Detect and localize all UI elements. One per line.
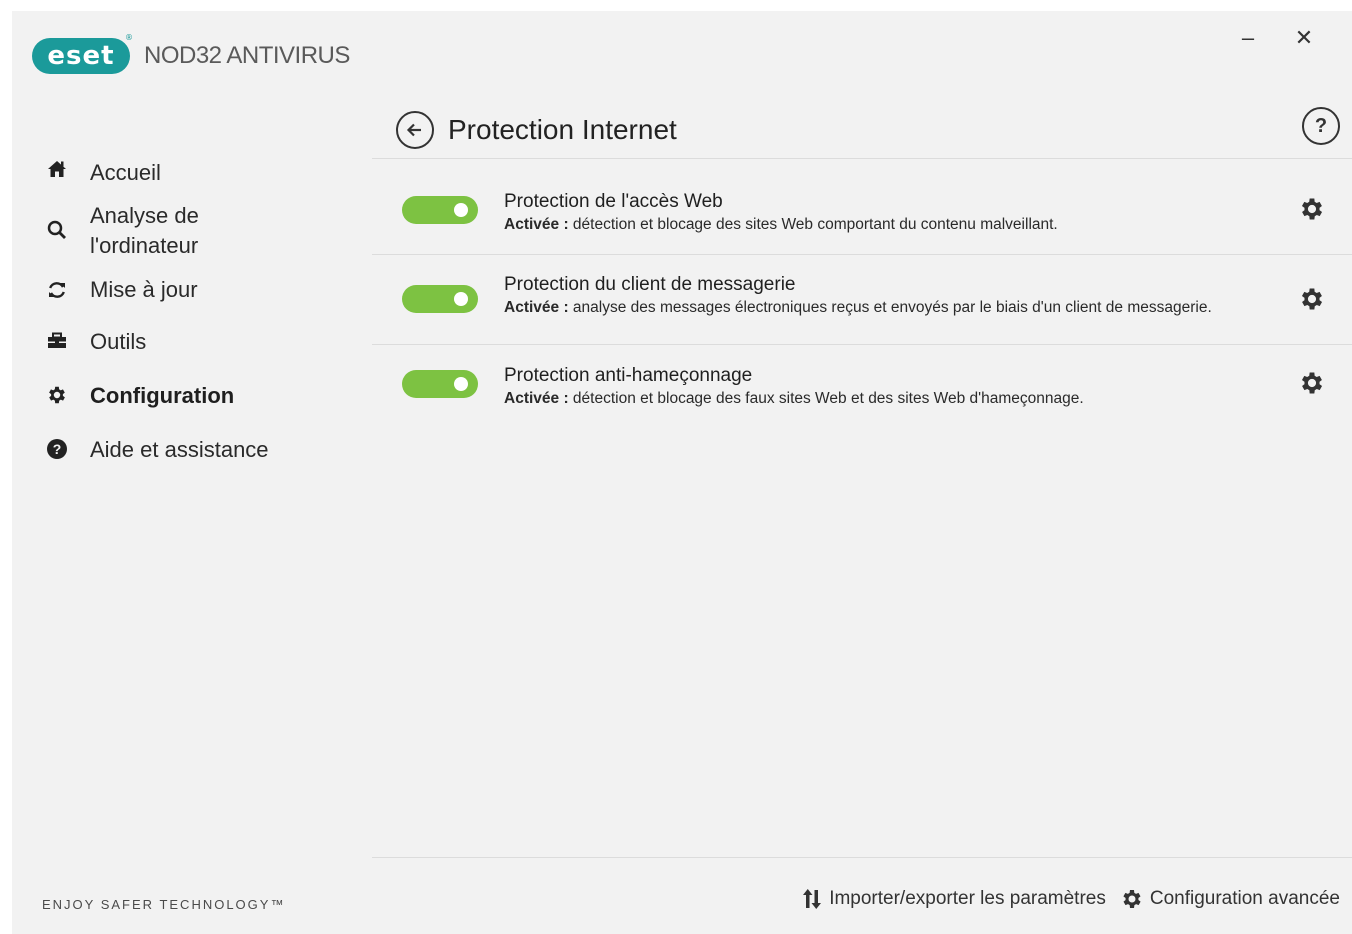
sidebar-item-label: Accueil <box>90 160 161 185</box>
protection-row-mail: Protection du client de messagerie Activ… <box>372 255 1352 345</box>
footer-actions: Importer/exporter les paramètres Configu… <box>787 887 1340 911</box>
sidebar-item-outils[interactable]: Outils <box>12 327 372 381</box>
sidebar-nav: Accueil Analyse de l'ordinateur Mise à j… <box>12 151 372 489</box>
toggle-switch[interactable] <box>402 285 478 313</box>
sidebar-item-analyse[interactable]: Analyse de l'ordinateur <box>12 197 372 273</box>
status-label: Activée : <box>504 299 569 316</box>
toolbox-icon <box>46 327 90 352</box>
toggle-switch[interactable] <box>402 196 478 224</box>
protection-row-web: Protection de l'accès Web Activée : déte… <box>372 159 1352 255</box>
advanced-config-label: Configuration avancée <box>1149 888 1340 909</box>
arrow-left-icon <box>406 123 421 136</box>
logo-text: eset <box>47 41 115 71</box>
status-label: Activée : <box>504 216 569 233</box>
sidebar-item-accueil[interactable]: Accueil <box>12 151 372 197</box>
sidebar-item-configuration[interactable]: Configuration <box>12 381 372 435</box>
page-header: Protection Internet ? <box>372 101 1352 159</box>
import-export-icon <box>801 888 823 910</box>
main-panel: Protection Internet ? Protection de l'ac… <box>372 101 1352 435</box>
row-description: Activée : détection et blocage des sites… <box>504 216 1058 233</box>
settings-gear-icon[interactable] <box>1298 195 1326 223</box>
row-title[interactable]: Protection de l'accès Web <box>504 190 1224 214</box>
protection-row-phishing: Protection anti-hameçonnage Activée : dé… <box>372 345 1352 435</box>
home-icon <box>46 158 90 180</box>
window-controls: – ✕ <box>1220 23 1332 53</box>
sidebar-item-mise-a-jour[interactable]: Mise à jour <box>12 273 372 327</box>
eset-logo: eset ® NOD32 ANTIVIRUS <box>32 33 350 74</box>
search-icon <box>46 201 90 241</box>
page-title: Protection Internet <box>448 113 677 145</box>
help-button[interactable]: ? <box>1302 107 1340 145</box>
sidebar-item-label: Mise à jour <box>90 277 198 302</box>
status-label: Activée : <box>504 390 569 407</box>
advanced-config-button[interactable]: Configuration avancée <box>1120 887 1340 911</box>
product-name: NOD32 ANTIVIRUS <box>144 42 350 69</box>
row-description: Activée : détection et blocage des faux … <box>504 390 1084 407</box>
row-description: Activée : analyse des messages électroni… <box>504 299 1212 316</box>
footer-divider <box>372 857 1352 858</box>
refresh-icon <box>46 275 90 301</box>
help-icon: ? <box>46 435 90 460</box>
back-button[interactable] <box>396 110 434 149</box>
close-button[interactable]: ✕ <box>1276 23 1332 53</box>
settings-gear-icon[interactable] <box>1298 369 1326 397</box>
sidebar-item-label: Aide et assistance <box>90 437 269 462</box>
sidebar-item-aide[interactable]: ? Aide et assistance <box>12 435 372 489</box>
sidebar-item-label: Configuration <box>90 383 235 408</box>
row-title[interactable]: Protection anti-hameçonnage <box>504 364 1224 388</box>
sidebar-item-label: Outils <box>90 329 147 354</box>
import-export-button[interactable]: Importer/exporter les paramètres <box>801 888 1106 910</box>
minimize-button[interactable]: – <box>1220 23 1276 53</box>
sidebar-item-label: Analyse de l'ordinateur <box>90 203 199 258</box>
tagline: ENJOY SAFER TECHNOLOGY™ <box>42 897 286 912</box>
settings-gear-icon[interactable] <box>1298 285 1326 313</box>
row-title[interactable]: Protection du client de messagerie <box>504 273 1224 297</box>
eset-logo-badge: eset ® <box>32 33 133 74</box>
gear-icon <box>1120 887 1144 911</box>
gear-icon <box>46 381 90 406</box>
toggle-switch[interactable] <box>402 370 478 398</box>
app-window: eset ® NOD32 ANTIVIRUS – ✕ Accueil Analy… <box>12 11 1352 934</box>
import-export-label: Importer/exporter les paramètres <box>829 888 1106 909</box>
svg-text:?: ? <box>53 441 62 457</box>
